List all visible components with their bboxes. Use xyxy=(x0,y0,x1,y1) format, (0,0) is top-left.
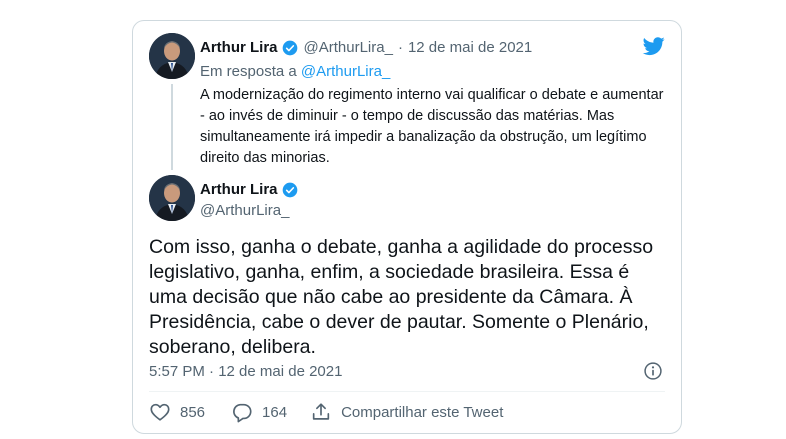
reply-prefix: Em resposta a xyxy=(200,63,297,80)
reply-button[interactable]: 164 xyxy=(231,401,287,423)
twitter-bird-icon[interactable] xyxy=(642,35,666,57)
reply-count: 164 xyxy=(262,403,288,421)
verified-badge-icon xyxy=(282,40,297,55)
share-icon xyxy=(312,403,330,420)
author-handle[interactable]: @ArthurLira_ xyxy=(304,39,393,56)
reply-to-line: Em resposta a @ArthurLira_ xyxy=(200,63,390,80)
author-name[interactable]: Arthur Lira xyxy=(200,181,278,198)
tweet-timestamp[interactable]: 5:57 PM · 12 de mai de 2021 xyxy=(149,363,342,380)
like-count: 856 xyxy=(180,403,206,421)
author-handle[interactable]: @ArthurLira_ xyxy=(200,202,289,219)
reply-to-link[interactable]: @ArthurLira_ xyxy=(301,63,390,80)
quoted-tweet-header: Arthur Lira @ArthurLira_ · 12 de mai de … xyxy=(200,39,532,56)
divider xyxy=(149,391,665,392)
tweet-date[interactable]: 12 de mai de 2021 xyxy=(408,39,532,56)
info-icon[interactable] xyxy=(643,361,663,381)
share-button[interactable]: Compartilhar este Tweet xyxy=(310,401,503,423)
heart-icon xyxy=(150,403,170,421)
like-button[interactable]: 856 xyxy=(149,401,205,423)
share-label: Compartilhar este Tweet xyxy=(341,403,504,421)
tweet-actions: 856 164 Compartilhar este Tweet xyxy=(149,401,503,423)
author-name[interactable]: Arthur Lira xyxy=(200,39,278,56)
verified-badge-icon xyxy=(282,182,297,197)
avatar[interactable] xyxy=(149,175,195,221)
separator-dot: · xyxy=(397,39,403,56)
comment-icon xyxy=(233,403,252,423)
quoted-tweet-text: A modernização do regimento interno vai … xyxy=(200,87,664,166)
embedded-tweet-card: Arthur Lira @ArthurLira_ · 12 de mai de … xyxy=(132,20,682,434)
main-tweet-header: Arthur Lira xyxy=(200,181,304,198)
thread-connector xyxy=(171,84,173,170)
avatar[interactable] xyxy=(149,33,195,79)
main-tweet-text: Com isso, ganha o debate, ganha a agilid… xyxy=(149,236,654,358)
